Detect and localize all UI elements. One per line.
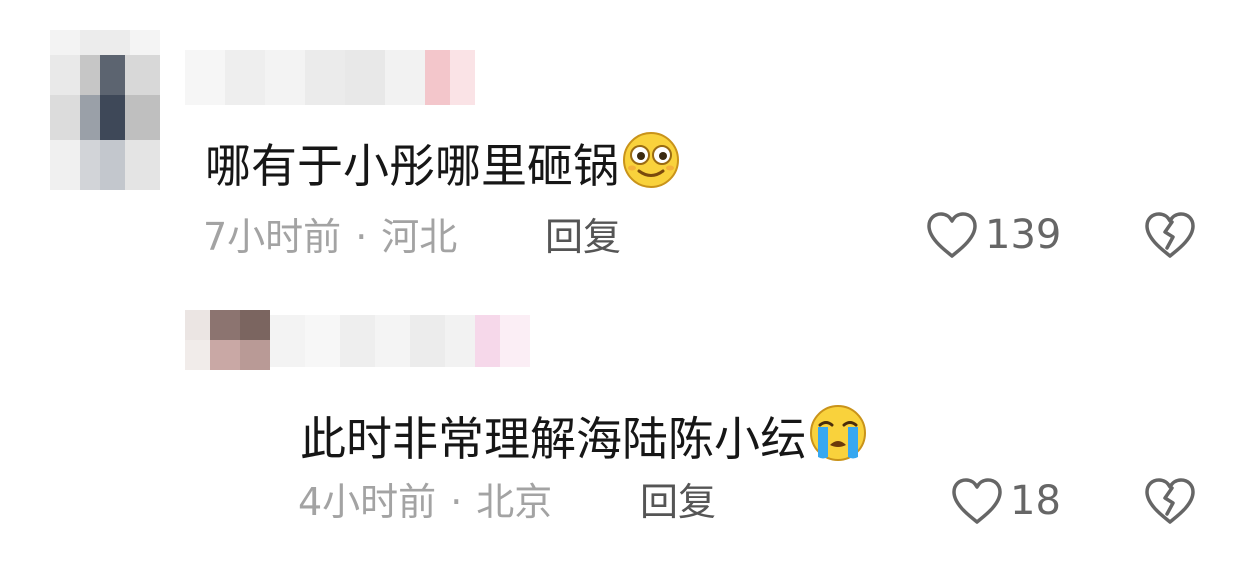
comment-text: 此时非常理解海陆陈小纭	[300, 403, 868, 470]
like-button[interactable]: 139	[925, 210, 1061, 260]
comment-time: 7小时前	[203, 215, 342, 259]
reply-button[interactable]: 回复	[640, 483, 716, 521]
comment-item: 此时非常理解海陆陈小纭 4小时前 · 北京 回复 18	[0, 290, 1260, 577]
comment-text-content: 此时非常理解海陆陈小纭	[300, 412, 806, 466]
reply-button[interactable]: 回复	[545, 218, 621, 256]
crying-emoji-icon	[808, 403, 868, 470]
comment-text-content: 哪有于小彤哪里砸锅	[205, 139, 619, 193]
username[interactable]	[185, 50, 475, 105]
like-count: 18	[1010, 478, 1061, 524]
comment-text: 哪有于小彤哪里砸锅	[205, 130, 681, 197]
username[interactable]	[270, 315, 530, 367]
flushed-smile-emoji-icon	[621, 130, 681, 197]
meta-separator: ·	[450, 480, 463, 524]
comment-location: 北京	[476, 480, 553, 524]
dislike-button[interactable]	[1143, 210, 1197, 264]
comment-meta: 7小时前 · 河北	[203, 218, 457, 256]
comment-item: 哪有于小彤哪里砸锅 7小时前 · 河北 回复 139	[0, 0, 1260, 290]
like-button[interactable]: 18	[950, 476, 1061, 526]
avatar[interactable]	[185, 310, 270, 370]
meta-separator: ·	[355, 215, 368, 259]
broken-heart-icon	[1145, 212, 1195, 258]
comment-meta: 4小时前 · 北京	[298, 483, 552, 521]
like-count: 139	[985, 212, 1062, 258]
dislike-button[interactable]	[1143, 476, 1197, 530]
comment-location: 河北	[381, 215, 458, 259]
heart-icon	[952, 478, 1002, 524]
heart-icon	[927, 212, 977, 258]
avatar[interactable]	[50, 30, 160, 190]
broken-heart-icon	[1145, 478, 1195, 524]
comment-time: 4小时前	[298, 480, 437, 524]
